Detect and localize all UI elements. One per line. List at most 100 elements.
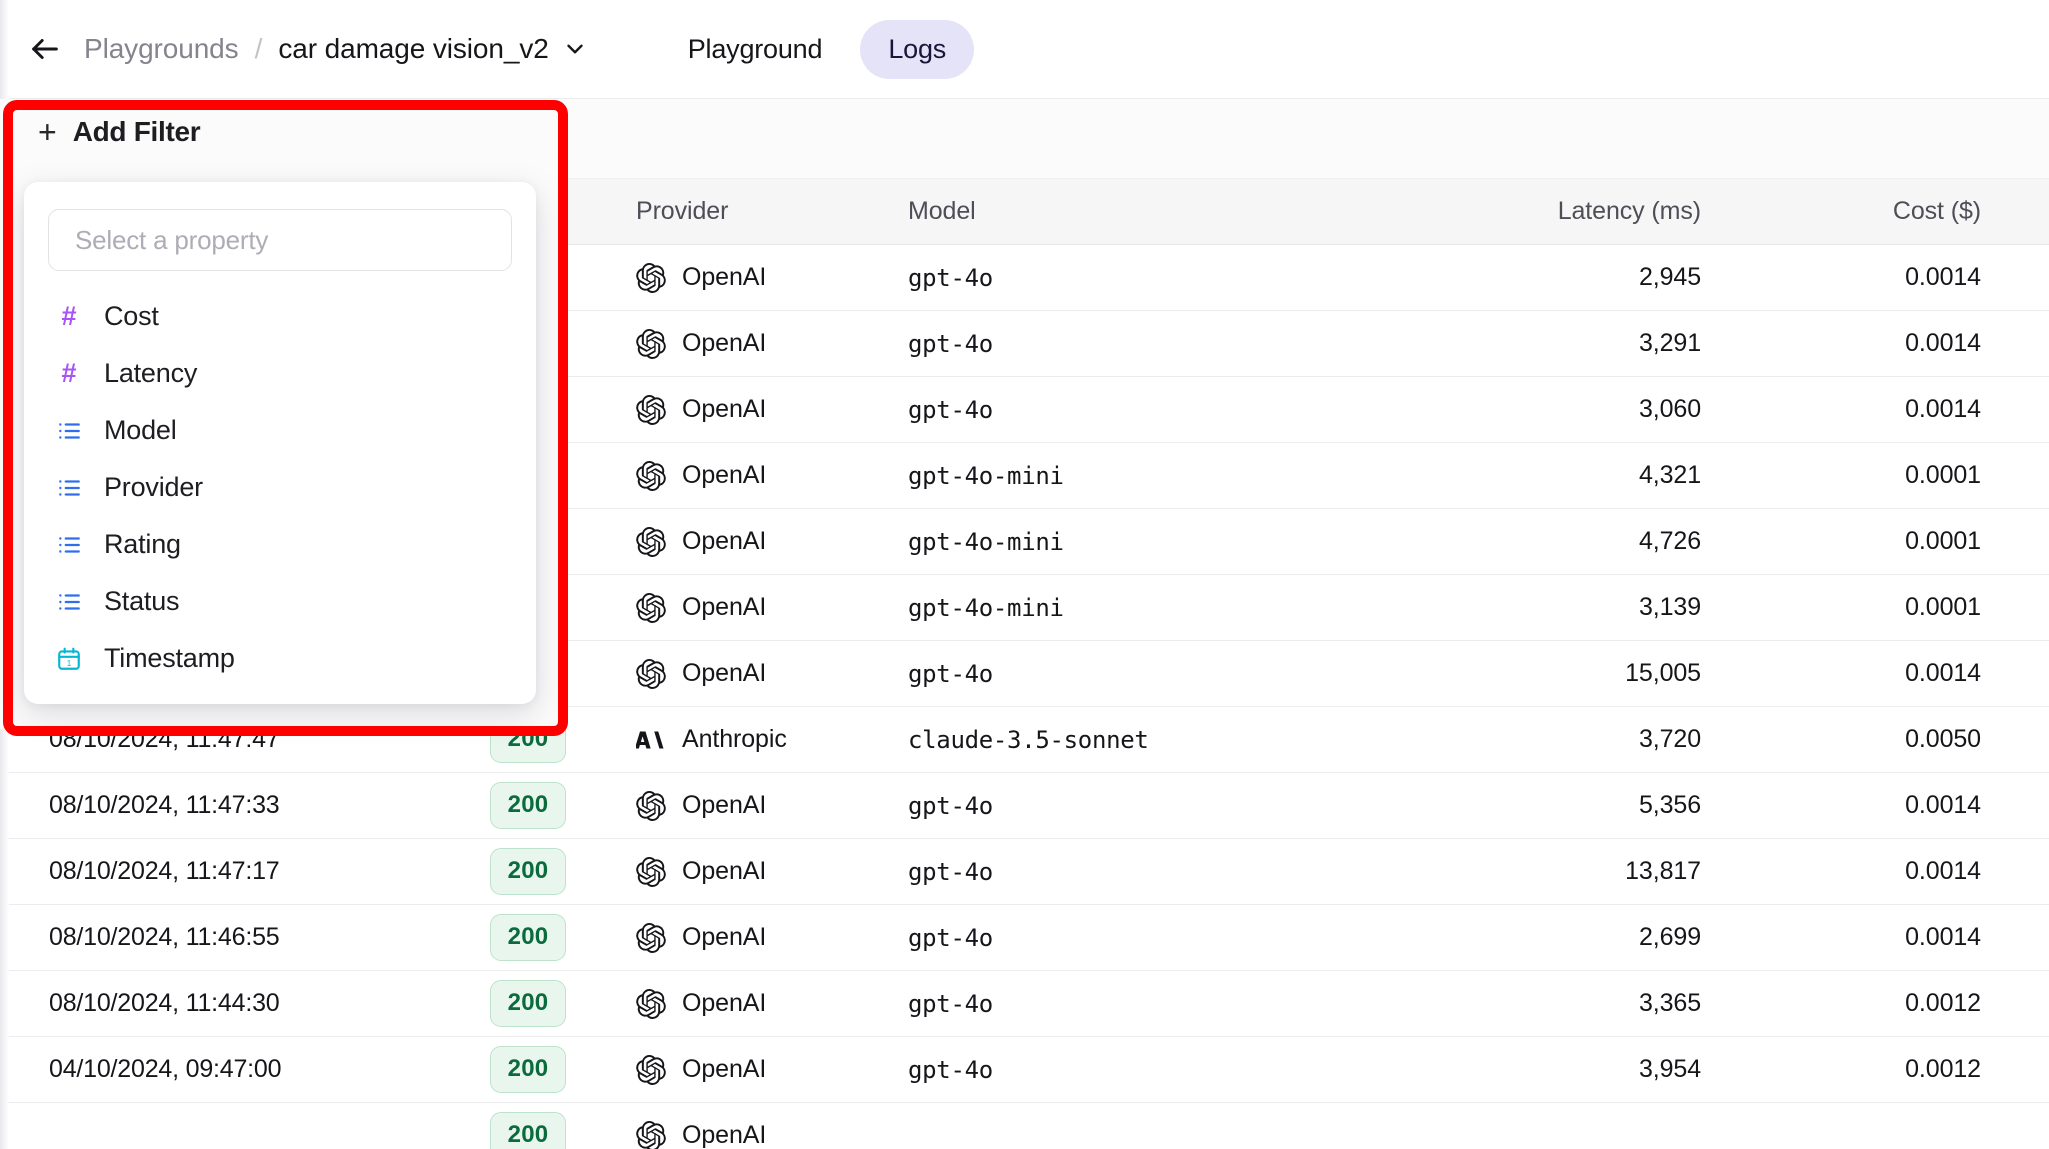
breadcrumb: Playgrounds / car damage vision_v2: [84, 33, 588, 65]
filter-option-timestamp[interactable]: 1 Timestamp: [48, 630, 512, 687]
cell-latency: 2,699: [1638, 923, 1701, 951]
filter-option-rating[interactable]: Rating: [48, 516, 512, 573]
tab-logs[interactable]: Logs: [860, 19, 975, 79]
model-name: gpt-4o: [908, 659, 993, 688]
filter-option-latency[interactable]: # Latency: [48, 345, 512, 402]
column-header-provider[interactable]: Provider: [636, 197, 908, 226]
back-button[interactable]: [22, 26, 68, 72]
cell-model: gpt-4o: [908, 396, 1369, 424]
cell-status: 200: [490, 716, 636, 763]
filter-option-label: Rating: [104, 529, 181, 559]
filter-option-provider[interactable]: Provider: [48, 459, 512, 516]
cell-latency: 3,139: [1638, 593, 1701, 621]
status-badge: 200: [490, 980, 566, 1027]
timestamp-value: 08/10/2024, 11:47:33: [49, 791, 280, 819]
calendar-icon: 1: [56, 646, 82, 672]
list-icon: [59, 593, 80, 610]
openai-logo-icon: [636, 988, 666, 1019]
cell-cost: 0.0001: [1905, 527, 1981, 555]
cell-provider: OpenAI: [636, 1120, 908, 1149]
column-header-latency[interactable]: Latency (ms): [1369, 197, 1749, 226]
cell-provider: OpenAI: [636, 988, 908, 1019]
timestamp-value: 08/10/2024, 11:44:30: [49, 989, 280, 1017]
cell-provider: OpenAI: [636, 1054, 908, 1085]
filter-option-label: Status: [104, 586, 180, 616]
cell-latency: 3,060: [1638, 395, 1701, 423]
cell-cost: 0.0014: [1905, 791, 1981, 819]
table-row[interactable]: 04/10/2024, 09:47:00 200 OpenAI gpt-4o 3,954…: [0, 1037, 2049, 1103]
cell-model: gpt-4o: [908, 858, 1369, 886]
provider-wrap: OpenAI: [636, 1120, 908, 1149]
status-badge: 200: [490, 1046, 566, 1093]
provider-wrap: OpenAI: [636, 1054, 908, 1085]
calendar-icon: 1: [58, 647, 80, 670]
chevron-down-icon: [567, 44, 583, 54]
cell-status: 200: [490, 782, 636, 829]
cell-latency: 4,321: [1638, 461, 1701, 489]
openai-logo-icon: [636, 526, 666, 557]
timestamp-value: 04/10/2024, 09:47:00: [49, 1055, 282, 1083]
cell-timestamp: 08/10/2024, 11:47:33: [0, 791, 490, 820]
openai-logo-icon: [636, 394, 666, 425]
cell-model: gpt-4o-mini: [908, 594, 1369, 622]
provider-name: OpenAI: [682, 593, 767, 621]
breadcrumb-current-playground[interactable]: car damage vision_v2: [278, 33, 548, 65]
column-header-cost[interactable]: Cost ($): [1749, 197, 2049, 226]
hash-icon: #: [61, 358, 77, 388]
anthropic-logo-icon: [636, 731, 664, 748]
cell-timestamp: 08/10/2024, 11:44:30: [0, 989, 490, 1018]
filter-property-dropdown: # Cost # Latency Model Provider Rating Status 1 T…: [24, 182, 536, 704]
openai-logo-icon: [636, 262, 666, 293]
cell-latency: 2,945: [1638, 263, 1701, 291]
list-icon: [56, 475, 82, 501]
status-badge: 200: [490, 716, 566, 763]
model-name: gpt-4o-mini: [908, 593, 1064, 622]
openai-logo-icon: [636, 1120, 666, 1149]
provider-name: Anthropic: [682, 725, 787, 753]
cell-provider: OpenAI: [636, 460, 908, 491]
table-row[interactable]: 08/10/2024, 11:47:47 200 Anthropic claude-3…: [0, 707, 2049, 773]
cell-model: gpt-4o-mini: [908, 528, 1369, 556]
timestamp-value: 08/10/2024, 11:46:55: [49, 923, 280, 951]
column-header-model[interactable]: Model: [908, 197, 1369, 226]
status-badge: 200: [490, 914, 566, 961]
openai-logo-icon: [636, 592, 666, 623]
add-filter-label: Add Filter: [72, 116, 201, 147]
model-name: gpt-4o-mini: [908, 461, 1064, 490]
table-row[interactable]: 08/10/2024, 11:47:17 200 OpenAI gpt-4o 13,81…: [0, 839, 2049, 905]
provider-name: OpenAI: [682, 461, 767, 489]
breadcrumb-playgrounds-link[interactable]: Playgrounds: [84, 33, 239, 65]
provider-wrap: OpenAI: [636, 460, 908, 491]
cell-model: gpt-4o: [908, 792, 1369, 820]
filter-option-cost[interactable]: # Cost: [48, 288, 512, 345]
top-app-bar: Playgrounds / car damage vision_v2 Playg…: [0, 0, 2049, 99]
openai-logo-icon: [636, 856, 666, 887]
filter-option-status[interactable]: Status: [48, 573, 512, 630]
tab-playground[interactable]: Playground: [660, 20, 851, 79]
cell-timestamp: 08/10/2024, 11:46:55: [0, 923, 490, 952]
filter-option-label: Provider: [104, 472, 203, 502]
table-row[interactable]: 08/10/2024, 11:44:30 200 OpenAI gpt-4o 3,365…: [0, 971, 2049, 1037]
provider-wrap: OpenAI: [636, 988, 908, 1019]
provider-wrap: OpenAI: [636, 922, 908, 953]
provider-wrap: OpenAI: [636, 262, 908, 293]
cell-status: 200: [490, 848, 636, 895]
cell-provider: OpenAI: [636, 328, 908, 359]
table-row[interactable]: 08/10/2024, 11:47:33 200 OpenAI gpt-4o 5,356…: [0, 773, 2049, 839]
timestamp-value: 08/10/2024, 11:47:17: [49, 857, 280, 885]
add-filter-button[interactable]: + Add Filter: [38, 116, 201, 148]
cell-provider: Anthropic: [636, 725, 908, 755]
table-row[interactable]: 08/10/2024, 11:46:55 200 OpenAI gpt-4o 2,699…: [0, 905, 2049, 971]
provider-name: OpenAI: [682, 857, 767, 885]
provider-wrap: OpenAI: [636, 328, 908, 359]
provider-name: OpenAI: [682, 329, 767, 357]
select-property-input[interactable]: [48, 209, 512, 271]
list-icon: [59, 536, 80, 553]
filter-option-model[interactable]: Model: [48, 402, 512, 459]
filter-toolbar: [0, 99, 2049, 179]
model-name: gpt-4o: [908, 329, 993, 358]
playground-dropdown-button[interactable]: [562, 36, 588, 62]
model-name: gpt-4o: [908, 395, 993, 424]
table-row[interactable]: 200 OpenAI: [0, 1103, 2049, 1149]
cell-provider: OpenAI: [636, 922, 908, 953]
